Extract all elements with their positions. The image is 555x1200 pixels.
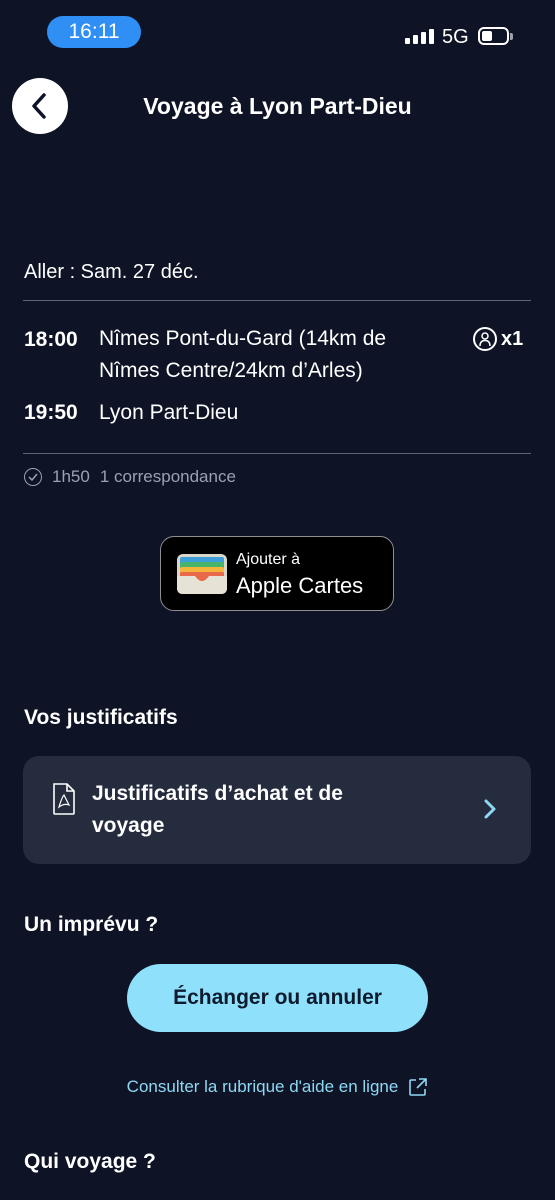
network-label: 5G — [442, 26, 469, 48]
pdf-file-icon — [53, 783, 75, 815]
receipts-card[interactable]: Justificatifs d’achat et de voyage — [23, 756, 531, 864]
trip-duration: 1h50 — [52, 467, 90, 486]
receipts-card-label: Justificatifs d’achat et de voyage — [92, 778, 422, 842]
trip-date: Aller : Sam. 27 déc. — [24, 261, 199, 283]
incident-section-title: Un imprévu ? — [24, 913, 159, 936]
external-link-icon — [409, 1078, 428, 1096]
trip-connections: 1 correspondance — [99, 467, 236, 486]
person-icon — [473, 327, 497, 351]
arrival-station: Lyon Part-Dieu — [99, 401, 239, 424]
signal-icon — [405, 29, 434, 44]
chevron-right-icon — [484, 799, 496, 819]
clock-check-icon — [24, 468, 42, 486]
divider — [23, 453, 531, 454]
help-link-label: Consulter la rubrique d'aide en ligne — [126, 1077, 399, 1096]
trip-meta: 1h50 1 correspondance — [24, 467, 236, 487]
wallet-button-line1: Ajouter à — [236, 551, 301, 568]
exchange-or-cancel-button[interactable]: Échanger ou annuler — [127, 964, 428, 1032]
wallet-button-line2: Apple Cartes — [236, 573, 364, 598]
receipts-section-title: Vos justificatifs — [24, 706, 178, 729]
departure-station-line2: Nîmes Centre/24km d’Arles) — [99, 359, 363, 382]
battery-icon — [478, 27, 513, 45]
passenger-count-label: x1 — [501, 327, 524, 350]
departure-station-line1: Nîmes Pont-du-Gard (14km de — [99, 327, 387, 350]
status-time: 16:11 — [47, 16, 141, 48]
divider — [23, 300, 531, 301]
passenger-count: x1 — [473, 327, 523, 351]
travelers-section-title: Qui voyage ? — [24, 1150, 156, 1173]
receipts-card-label-line1: Justificatifs d’achat et de — [92, 782, 343, 805]
receipts-card-label-line2: voyage — [92, 814, 165, 837]
help-link[interactable]: Consulter la rubrique d'aide en ligne — [0, 1077, 555, 1097]
page-title: Voyage à Lyon Part-Dieu — [143, 93, 412, 119]
departure-time: 18:00 — [24, 328, 78, 351]
add-to-apple-wallet-button[interactable]: Ajouter à Apple Cartes — [160, 536, 394, 611]
wallet-icon — [177, 554, 227, 594]
arrival-time: 19:50 — [24, 401, 78, 424]
